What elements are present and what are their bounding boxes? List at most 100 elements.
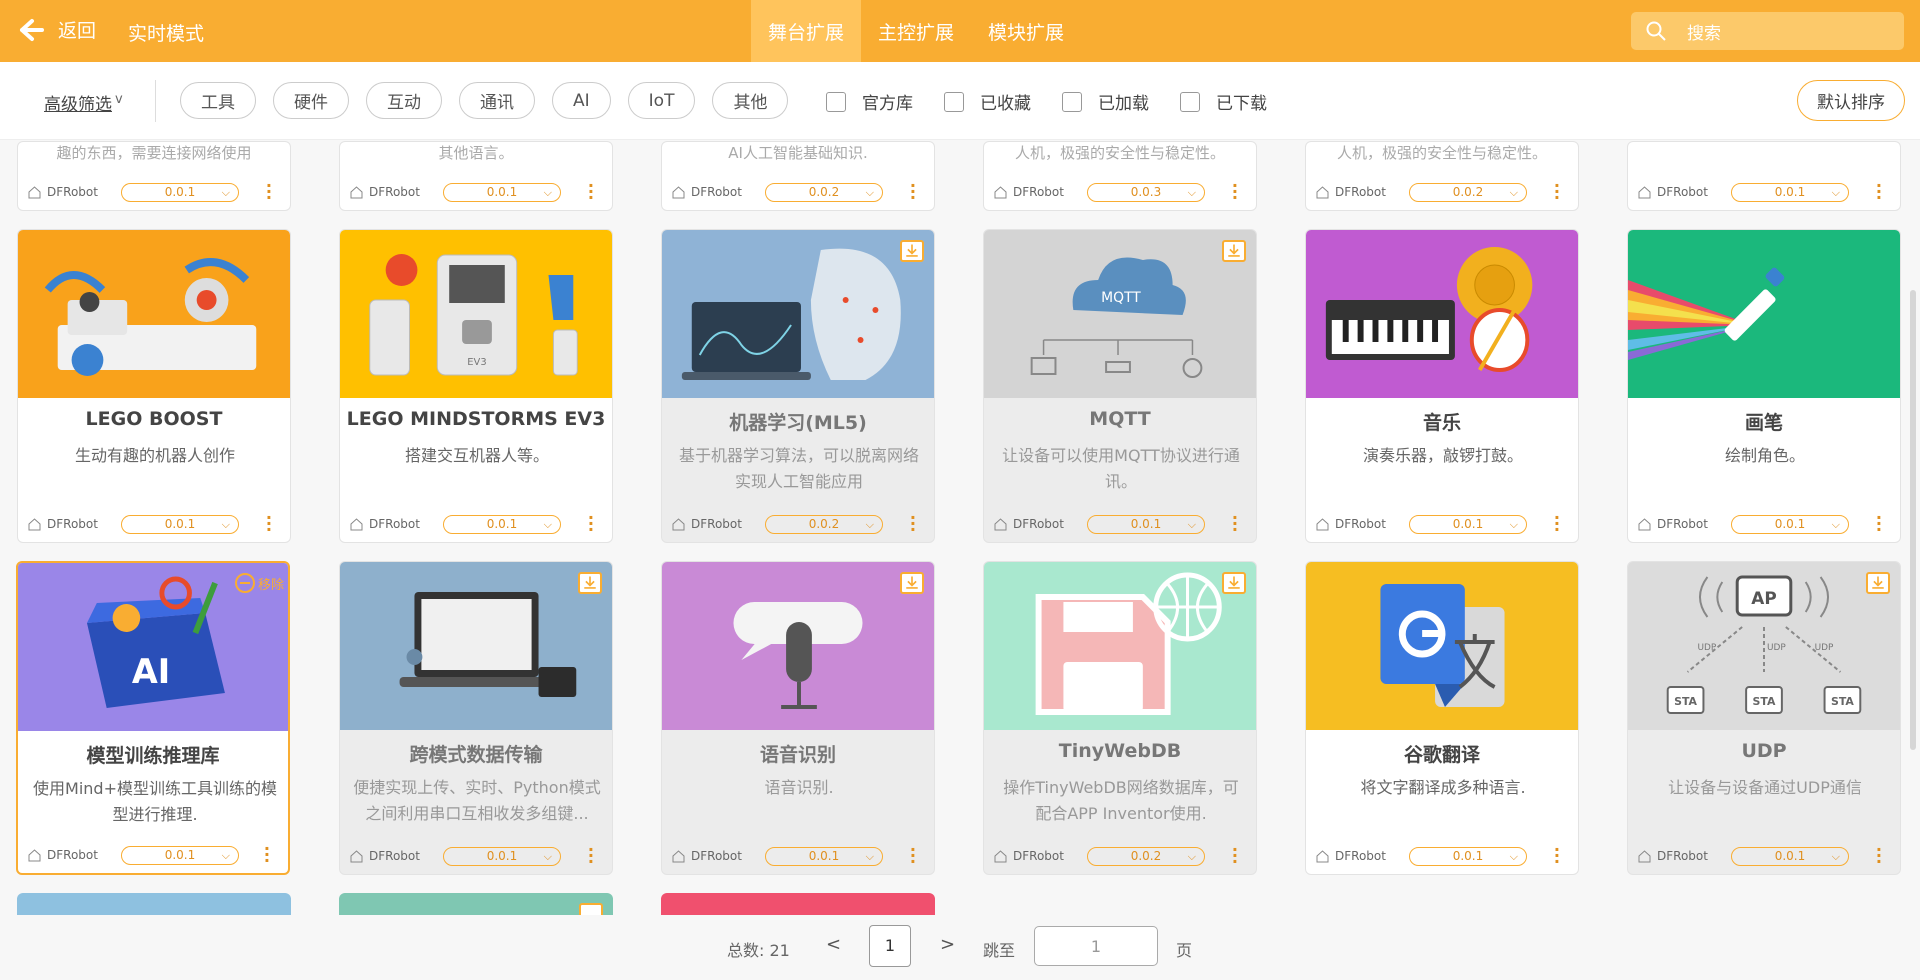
extension-card-partial[interactable]: 人机，极强的安全性与稳定性。 DFRobot 0.0.3 ⌵ · · · [983,141,1257,211]
more-menu-icon[interactable]: · · · [910,842,916,870]
chip-ai[interactable]: AI [552,82,611,119]
version-select[interactable]: 0.0.1 ⌵ [443,847,561,866]
more-menu-icon[interactable]: · · · [1876,842,1882,870]
download-icon[interactable] [1222,572,1246,594]
extension-card-partial[interactable]: 人机，极强的安全性与稳定性。 DFRobot 0.0.2 ⌵ · · · [1305,141,1579,211]
floppy-globe-image [984,562,1256,730]
more-menu-icon[interactable]: · · · [1232,178,1238,206]
remove-label: 移除 [257,577,284,593]
realtime-mode-button[interactable]: 实时模式 [128,19,204,46]
version-select[interactable]: 0.0.2 ⌵ [1087,847,1205,866]
version-select[interactable]: 0.0.2 ⌵ [765,183,883,202]
extension-card-lego-ev3[interactable]: EV3 LEGO MINDSTORMS EV3 搭建交互机器人等。 DFRobo… [339,229,613,543]
checkbox-official[interactable]: 官方库 [826,89,913,114]
sort-button[interactable]: 默认排序 [1797,80,1905,121]
more-menu-icon[interactable]: · · · [1232,842,1238,870]
chip-iot[interactable]: IoT [627,82,696,119]
extension-card-music[interactable]: 音乐 演奏乐器，敲锣打鼓。 DFRobot 0.0.1 ⌵ · · · [1305,229,1579,543]
extension-card-partial[interactable]: AI人工智能基础知识. DFRobot 0.0.2 ⌵ · · · [661,141,935,211]
more-menu-icon[interactable]: · · · [910,510,916,538]
checkbox-loaded[interactable]: 已加载 [1062,89,1149,114]
extension-card-speech-recognition[interactable]: 语音识别 语音识别. DFRobot 0.0.1 ⌵ · · · [661,561,935,875]
current-page[interactable]: 1 [869,925,911,967]
more-menu-icon[interactable]: · · · [1876,178,1882,206]
download-icon[interactable] [578,572,602,594]
more-menu-icon[interactable]: · · · [588,842,594,870]
extension-card-partial[interactable]: 其他语言。 DFRobot 0.0.1 ⌵ · · · [339,141,613,211]
search-box[interactable]: 搜索 [1631,12,1904,50]
back-button[interactable]: 返回 [18,16,96,43]
extension-card-partial[interactable]: 趣的东西，需要连接网络使用 DFRobot 0.0.1 ⌵ · · · [17,141,291,211]
version-select[interactable]: 0.0.2 ⌵ [765,515,883,534]
checkbox-box[interactable] [944,91,964,112]
version-select[interactable]: 0.0.1 ⌵ [1409,847,1527,866]
extension-card-google-translate[interactable]: 谷歌翻译 将文字翻译成多种语言. DFRobot 0.0.1 ⌵ · · · [1305,561,1579,875]
checkbox-favorited[interactable]: 已收藏 [944,89,1031,114]
download-icon[interactable] [900,240,924,262]
checkbox-box[interactable] [826,91,846,112]
more-menu-icon[interactable]: · · · [588,510,594,538]
download-icon[interactable] [1222,240,1246,262]
version-select[interactable]: 0.0.1 ⌵ [1731,515,1849,534]
extension-card-tinywebdb[interactable]: TinyWebDB 操作TinyWebDB网络数据库，可配合APP Invent… [983,561,1257,875]
card-description: 便捷实现上传、实时、Python模式之间利用串口互相收发多组键... [353,778,601,823]
version-select[interactable]: 0.0.1 ⌵ [121,183,239,202]
chip-other[interactable]: 其他 [712,82,789,119]
more-menu-icon[interactable]: · · · [1554,510,1560,538]
chip-communication[interactable]: 通讯 [459,82,535,119]
tab-controller-extension[interactable]: 主控扩展 [861,0,971,62]
version-select[interactable]: 0.0.1 ⌵ [121,846,239,865]
version-select[interactable]: 0.0.1 ⌵ [765,847,883,866]
checkbox-box[interactable] [1180,91,1200,112]
extension-card-stub[interactable] [339,893,613,915]
extension-card-ml5[interactable]: 机器学习(ML5) 基于机器学习算法，可以脱离网络实现人工智能应用 DFRobo… [661,229,935,543]
version-select[interactable]: 0.0.1 ⌵ [1731,847,1849,866]
more-menu-icon[interactable]: · · · [266,510,272,538]
more-menu-icon[interactable]: · · · [1554,178,1560,206]
version-select[interactable]: 0.0.2 ⌵ [1409,183,1527,202]
checkbox-downloaded[interactable]: 已下载 [1180,89,1267,114]
extension-card-stub[interactable] [17,893,291,915]
svg-text:STA: STA [1674,695,1697,708]
jump-page-input[interactable] [1034,926,1158,966]
more-menu-icon[interactable]: · · · [1876,510,1882,538]
version-select[interactable]: 0.0.3 ⌵ [1087,183,1205,202]
download-icon[interactable] [579,903,603,915]
version-value: 0.0.1 [164,517,196,531]
more-menu-icon[interactable]: · · · [264,841,270,869]
checkbox-box[interactable] [1062,91,1082,112]
more-menu-icon[interactable]: · · · [1554,842,1560,870]
advanced-filter-button[interactable]: 高级筛选 [44,90,112,115]
extension-card-udp[interactable]: AP UDP UDP UDP STA STA STA UDP 让设备与设备通过U… [1627,561,1901,875]
version-select[interactable]: 0.0.1 ⌵ [1731,183,1849,202]
chip-hardware[interactable]: 硬件 [273,82,349,119]
more-menu-icon[interactable]: · · · [266,178,272,206]
extension-card-stub[interactable] [661,893,935,915]
extension-card-partial[interactable]: DFRobot 0.0.1 ⌵ · · · [1627,141,1901,211]
tab-module-extension[interactable]: 模块扩展 [971,0,1081,62]
next-page-button[interactable]: > [940,934,955,955]
more-menu-icon[interactable]: · · · [588,178,594,206]
download-icon[interactable] [900,572,924,594]
more-menu-icon[interactable]: · · · [910,178,916,206]
extension-card-pen[interactable]: 画笔 绘制角色。 DFRobot 0.0.1 ⌵ · · · [1627,229,1901,543]
remove-button[interactable]: 移除 [234,573,284,593]
chip-tools[interactable]: 工具 [180,82,256,119]
download-icon[interactable] [1866,572,1890,594]
extension-card-lego-boost[interactable]: LEGO BOOST 生动有趣的机器人创作 DFRobot 0.0.1 ⌵ · · · [17,229,291,543]
extension-card-cross-mode-transfer[interactable]: 跨模式数据传输 便捷实现上传、实时、Python模式之间利用串口互相收发多组键.… [339,561,613,875]
version-select[interactable]: 0.0.1 ⌵ [121,515,239,534]
version-select[interactable]: 0.0.1 ⌵ [443,515,561,534]
version-select[interactable]: 0.0.1 ⌵ [1087,515,1205,534]
extension-card-mqtt[interactable]: MQTT MQTT 让设备可以使用MQTT协议进行通讯。 DFRobot 0.0… [983,229,1257,543]
version-select[interactable]: 0.0.1 ⌵ [1409,515,1527,534]
ml5-image [662,230,934,398]
home-icon [1316,185,1329,198]
tab-stage-extension[interactable]: 舞台扩展 [751,0,862,62]
scrollbar[interactable] [1910,290,1916,750]
extension-card-model-inference[interactable]: AI 移除 模型训练推理库 使用Mind+模型训练工具训练的模型进行推理. DF… [16,561,290,875]
more-menu-icon[interactable]: · · · [1232,510,1238,538]
prev-page-button[interactable]: < [826,934,841,955]
version-select[interactable]: 0.0.1 ⌵ [443,183,561,202]
chip-interaction[interactable]: 互动 [366,82,442,119]
